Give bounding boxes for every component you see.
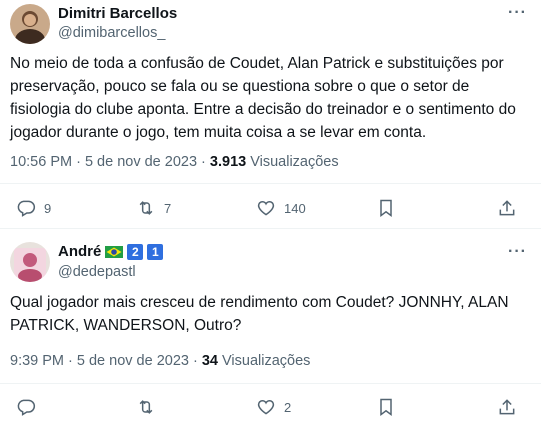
divider: [0, 383, 541, 384]
brazil-flag-icon: [105, 245, 124, 258]
tweet-meta: 10:56 PM · 5 de nov de 2023 · 3.913 Visu…: [10, 154, 339, 170]
like-button[interactable]: 2: [256, 397, 291, 417]
tweet-timestamp[interactable]: 10:56 PM · 5 de nov de 2023 ·: [10, 154, 210, 170]
author-name[interactable]: André: [58, 243, 101, 260]
like-count: 140: [284, 200, 306, 216]
retweet-icon: [139, 400, 153, 414]
tweet-timestamp[interactable]: 9:39 PM · 5 de nov de 2023 ·: [10, 353, 202, 369]
author-handle[interactable]: @dimibarcellos_: [58, 25, 165, 41]
badge-2: 2: [127, 243, 144, 260]
bookmark-button[interactable]: [376, 198, 396, 218]
author-handle[interactable]: @dedepastl: [58, 264, 136, 280]
like-button[interactable]: 140: [256, 198, 306, 218]
more-options-icon[interactable]: ···: [508, 243, 527, 261]
more-options-icon[interactable]: ···: [508, 4, 527, 22]
bookmark-icon: [380, 398, 392, 416]
tweet-text: No meio de toda a confusão de Coudet, Al…: [10, 55, 516, 141]
tweet-text: Qual jogador mais cresceu de rendimento …: [10, 294, 509, 334]
author-name[interactable]: Dimitri Barcellos: [58, 5, 177, 22]
views-count: 3.913: [209, 154, 247, 170]
avatar-andre[interactable]: [10, 242, 50, 282]
share-button[interactable]: [497, 397, 517, 417]
share-button[interactable]: [497, 198, 517, 218]
views-label: Visualizações: [246, 154, 339, 170]
views-label: Visualizações: [217, 353, 311, 369]
retweet-button[interactable]: [136, 397, 164, 417]
bookmark-icon: [380, 199, 392, 217]
retweet-icon: [139, 201, 153, 215]
badge-1: 1: [147, 243, 164, 260]
like-icon: [257, 200, 275, 216]
reply-icon: [17, 399, 36, 416]
tweet-2[interactable]: André 2 1 @dedepastl ··· Qual jogador ma…: [0, 229, 541, 428]
avatar-dimitri[interactable]: [10, 4, 50, 44]
tweet-meta: 9:39 PM · 5 de nov de 2023 · 34 Visualiz…: [10, 353, 310, 369]
reply-count: 9: [44, 200, 52, 216]
bookmark-button[interactable]: [376, 397, 396, 417]
like-count: 2: [284, 399, 292, 415]
share-icon: [499, 200, 515, 216]
share-icon: [499, 399, 515, 415]
reply-button[interactable]: 9: [16, 198, 51, 218]
views-count: 34: [201, 353, 218, 369]
retweet-count: 7: [164, 200, 172, 216]
retweet-button[interactable]: 7: [136, 198, 171, 218]
tweet-1[interactable]: Dimitri Barcellos @dimibarcellos_ ··· No…: [0, 0, 541, 228]
like-icon: [257, 399, 275, 415]
reply-button[interactable]: [16, 397, 44, 417]
reply-icon: [17, 200, 36, 217]
divider: [0, 183, 541, 184]
